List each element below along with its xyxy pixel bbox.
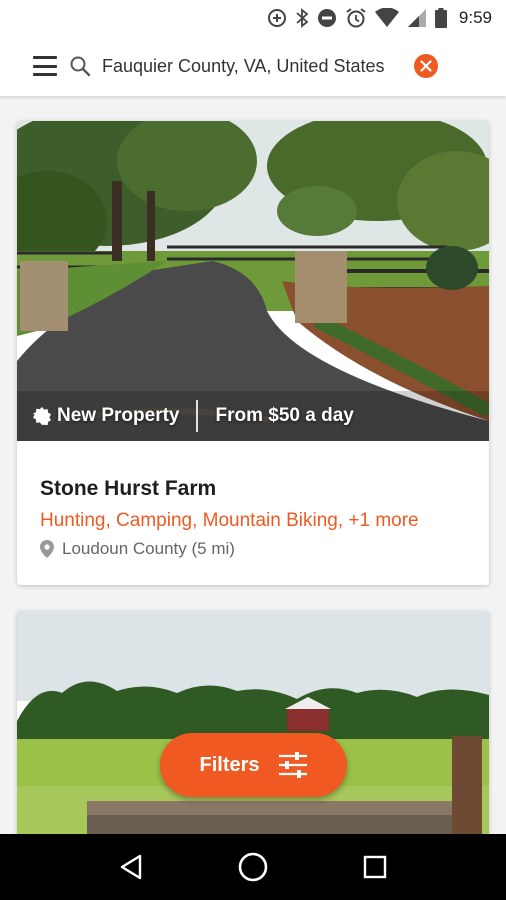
cellular-icon xyxy=(407,9,426,27)
system-nav-bar xyxy=(0,834,506,900)
do-not-disturb-icon xyxy=(317,9,336,27)
alarm-icon xyxy=(346,8,366,28)
status-bar: 9:59 xyxy=(0,0,506,36)
price-label: From $50 a day xyxy=(215,405,354,426)
new-badge-icon xyxy=(33,407,51,425)
sliders-icon xyxy=(278,752,307,778)
bluetooth-icon xyxy=(296,8,309,28)
listing-activities: Hunting, Camping, Mountain Biking, +1 mo… xyxy=(40,510,419,531)
filters-button[interactable]: Filters xyxy=(160,733,347,797)
filters-label: Filters xyxy=(199,753,260,776)
recents-button[interactable] xyxy=(355,847,395,887)
back-button[interactable] xyxy=(111,847,151,887)
listing-photo xyxy=(17,611,489,834)
listing-title: Stone Hurst Farm xyxy=(40,477,217,500)
listing-card[interactable] xyxy=(17,611,489,834)
status-icons: 9:59 xyxy=(267,6,492,30)
wifi-icon xyxy=(374,8,399,27)
clear-search-button[interactable] xyxy=(414,54,438,78)
listing-location: Loudoun County (5 mi) xyxy=(40,539,235,559)
listing-card[interactable]: New Property From $50 a day Stone Hurst … xyxy=(17,121,489,585)
menu-icon[interactable] xyxy=(30,53,60,79)
home-icon xyxy=(238,852,268,882)
listing-feed[interactable]: New Property From $50 a day Stone Hurst … xyxy=(0,96,506,834)
battery-icon xyxy=(434,8,447,28)
data-saver-icon xyxy=(267,9,286,27)
home-button[interactable] xyxy=(233,847,273,887)
search-bar xyxy=(0,36,506,96)
recents-icon xyxy=(363,855,387,879)
search-icon xyxy=(70,56,91,77)
listing-photo: New Property From $50 a day xyxy=(17,121,489,441)
close-icon xyxy=(420,60,432,72)
search-input[interactable] xyxy=(102,53,402,79)
new-property-badge: New Property xyxy=(57,405,180,426)
location-label: Loudoun County (5 mi) xyxy=(62,539,235,558)
status-time: 9:59 xyxy=(458,8,492,27)
location-pin-icon xyxy=(40,540,54,558)
photo-overlay: New Property From $50 a day xyxy=(17,391,489,441)
back-icon xyxy=(120,854,142,880)
overlay-divider xyxy=(196,400,199,432)
